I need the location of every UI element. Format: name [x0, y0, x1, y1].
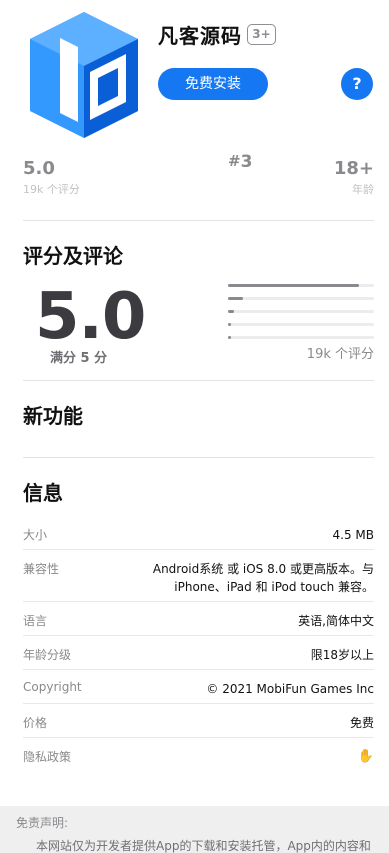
info-row-price: 价格 免费 [23, 704, 374, 738]
rating-distribution [228, 284, 374, 349]
rating-bar-fill [228, 336, 231, 339]
stat-rank-value: 3 [240, 152, 253, 172]
stats-row: 5.0 19k 个评分 #3 18+ 年龄 [23, 150, 374, 220]
info-key: 语言 [23, 614, 48, 628]
info-row-compatibility: 兼容性 Android系统 或 iOS 8.0 或更高版本。与 iPhone、i… [23, 550, 374, 602]
rating-count: 19k 个评分 [306, 347, 374, 362]
info-table: 大小 4.5 MB 兼容性 Android系统 或 iOS 8.0 或更高版本。… [23, 516, 374, 772]
stat-rating-value: 5.0 [23, 158, 55, 179]
rating-bar-fill [228, 284, 360, 287]
age-rating-badge: 3+ [247, 24, 276, 45]
info-value: 限18岁以上 [310, 648, 374, 662]
ratings-title: 评分及评论 [23, 244, 123, 268]
rating-bar-fill [228, 297, 243, 300]
info-row-size: 大小 4.5 MB [23, 516, 374, 550]
info-row-language: 语言 英语,简体中文 [23, 602, 374, 636]
stat-age-value: 18+ [333, 158, 374, 179]
disclaimer: 免责声明: 本网站仅为开发者提供App的下载和安装托管，App内的内容和 [0, 806, 389, 853]
info-key: 大小 [23, 528, 48, 542]
stat-age: 18+ 年龄 [334, 158, 374, 197]
rating-bar-3-star [228, 310, 374, 313]
divider [23, 457, 374, 458]
app-name: 凡客源码 [158, 24, 242, 48]
rating-bar-fill [228, 323, 231, 326]
divider [23, 380, 374, 381]
info-key: 年龄分级 [23, 648, 72, 662]
whats-new-title: 新功能 [23, 404, 83, 428]
info-key: 价格 [23, 716, 48, 730]
info-key: 兼容性 [23, 562, 60, 576]
info-value: 4.5 MB [332, 528, 374, 542]
info-value-line-2: iPhone、iPad 和 iPod touch 兼容。 [174, 580, 374, 594]
info-value-line-1: Android系统 或 iOS 8.0 或更高版本。与 [152, 562, 374, 576]
stat-rating-count: 19k 个评分 [23, 183, 80, 196]
stat-rank: #3 [228, 152, 252, 172]
stat-rank-hash: # [228, 152, 241, 170]
divider [23, 220, 374, 221]
disclaimer-text: 本网站仅为开发者提供App的下载和安装托管，App内的内容和 [36, 839, 371, 853]
info-key: 隐私政策 [23, 750, 72, 764]
app-logo-icon [30, 12, 138, 138]
rating-bar-2-star [228, 323, 374, 326]
rating-bar-1-star [228, 336, 374, 339]
rating-score: 5.0 [35, 280, 146, 354]
info-row-privacy[interactable]: 隐私政策 ✋ [23, 738, 374, 772]
info-value: 英语,简体中文 [298, 614, 374, 628]
info-row-age-rating: 年龄分级 限18岁以上 [23, 636, 374, 670]
install-button[interactable]: 免费安装 [158, 68, 268, 100]
rating-bar-5-star [228, 284, 374, 287]
disclaimer-title: 免责声明: [16, 816, 69, 830]
info-value: 免费 [349, 716, 374, 730]
privacy-hand-icon[interactable]: ✋ [358, 748, 374, 766]
help-button[interactable]: ? [341, 68, 373, 100]
stat-rating: 5.0 19k 个评分 [23, 158, 80, 197]
info-row-copyright: Copyright © 2021 MobiFun Games Inc [23, 670, 374, 704]
app-header: 凡客源码 3+ 免费安装 ? [0, 0, 389, 150]
rating-bar-fill [228, 310, 234, 313]
info-title: 信息 [23, 481, 63, 505]
info-value: Android系统 或 iOS 8.0 或更高版本。与 iPhone、iPad … [153, 560, 374, 596]
rating-bar-4-star [228, 297, 374, 300]
rating-out-of: 满分 5 分 [50, 351, 108, 366]
stat-age-label: 年龄 [352, 183, 374, 196]
info-key: Copyright [23, 680, 82, 694]
info-value: © 2021 MobiFun Games Inc [206, 682, 374, 696]
